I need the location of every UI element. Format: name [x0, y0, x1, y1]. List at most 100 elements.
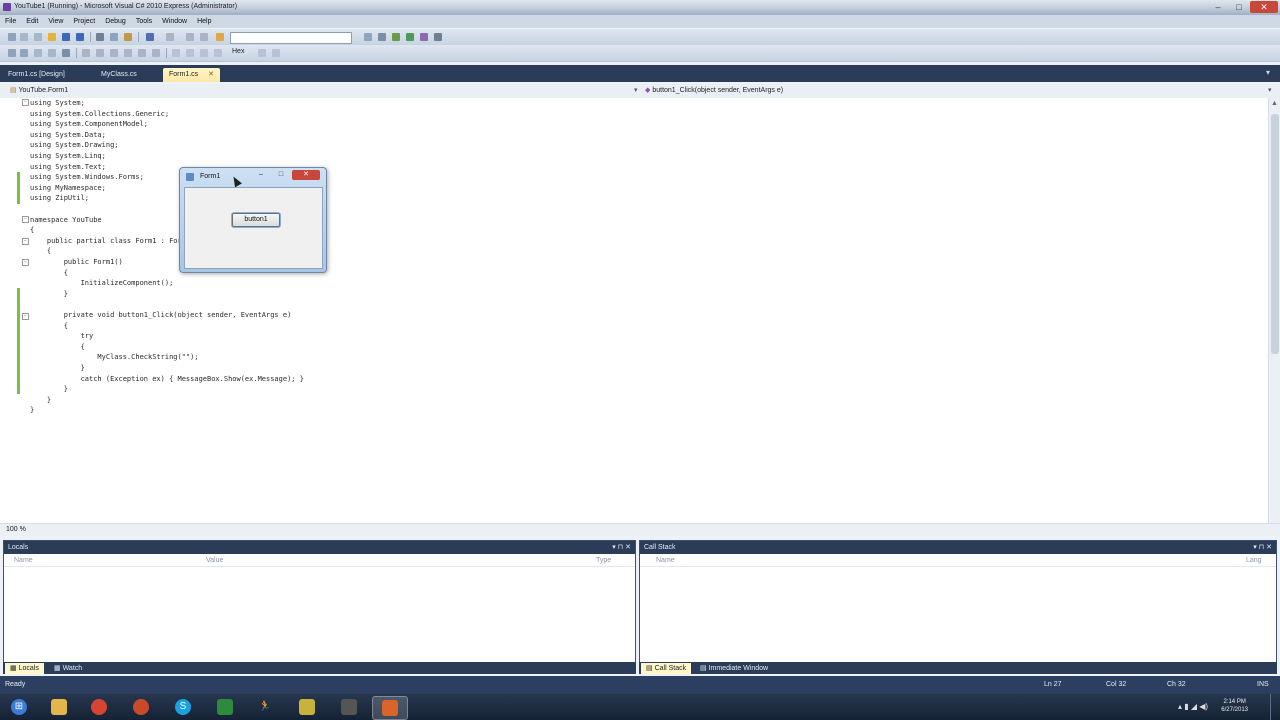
tab-call-stack[interactable]: ▤ Call Stack [641, 663, 692, 674]
code-line[interactable]: using System.Linq; [30, 151, 106, 162]
minimize-button[interactable]: – [1208, 1, 1228, 13]
taskbar-skype[interactable]: S [166, 696, 200, 718]
toolbar-options-icon[interactable] [258, 49, 266, 57]
collapse-icon[interactable]: − [22, 99, 29, 106]
code-line[interactable]: } [30, 363, 85, 374]
solution-explorer-icon[interactable] [378, 33, 386, 41]
comment-icon[interactable] [8, 49, 16, 57]
collapse-icon[interactable]: − [22, 238, 29, 245]
taskbar-media[interactable] [124, 696, 158, 718]
form-minimize-button[interactable]: – [252, 170, 270, 180]
title-bar[interactable]: YouTube1 (Running) - Microsoft Visual C#… [0, 0, 1280, 15]
button1[interactable]: button1 [232, 213, 280, 227]
new-file-icon[interactable] [34, 33, 42, 41]
navigate-back-icon[interactable] [186, 33, 194, 41]
editor-vertical-scrollbar[interactable]: ▲ [1268, 98, 1280, 523]
taskbar-tool[interactable] [332, 696, 366, 718]
show-desktop-button[interactable] [1270, 694, 1280, 720]
tab-form1-code[interactable]: Form1.cs ✕ [163, 68, 220, 82]
code-line[interactable]: using MyNamespace; [30, 183, 106, 194]
type-dropdown[interactable]: ▤ YouTube.Form1 [10, 86, 635, 96]
column-value[interactable]: Value [206, 557, 223, 564]
toolbar-options-icon[interactable] [434, 33, 442, 41]
uncomment-icon[interactable] [20, 49, 28, 57]
code-line[interactable]: using System.ComponentModel; [30, 119, 148, 130]
breakpoint-icon[interactable] [186, 49, 194, 57]
editor-horizontal-scrollbar[interactable]: 100 % [0, 523, 1280, 536]
stop-icon[interactable] [138, 49, 146, 57]
code-line[interactable]: catch (Exception ex) { MessageBox.Show(e… [30, 374, 304, 385]
code-line[interactable]: } [30, 384, 68, 395]
close-button[interactable]: ✕ [1250, 1, 1278, 13]
editor-gutter[interactable] [0, 98, 28, 523]
paste-icon[interactable] [124, 33, 132, 41]
copy-icon[interactable] [110, 33, 118, 41]
column-type[interactable]: Type [596, 557, 611, 564]
add-item-icon[interactable] [20, 33, 28, 41]
code-line[interactable]: InitializeComponent(); [30, 278, 174, 289]
chevron-down-icon[interactable]: ▾ [1268, 86, 1276, 96]
menu-file[interactable]: File [0, 15, 21, 28]
code-line[interactable]: { [30, 321, 68, 332]
code-line[interactable]: MyClass.CheckString(""); [30, 352, 198, 363]
toolbox-icon[interactable] [420, 33, 428, 41]
code-line[interactable]: public Form1() [30, 257, 123, 268]
scroll-up-icon[interactable]: ▲ [1271, 100, 1279, 108]
toolbar-dropdown-icon[interactable] [272, 49, 280, 57]
tray-icons[interactable]: ▴ ▮ ◢ ◀) [1178, 702, 1208, 711]
menu-tools[interactable]: Tools [131, 15, 157, 28]
taskbar-excel[interactable] [208, 696, 242, 718]
find-icon[interactable] [364, 33, 372, 41]
code-line[interactable]: { [30, 225, 34, 236]
column-lang[interactable]: Lang [1246, 557, 1262, 564]
scrollbar-thumb[interactable] [1271, 114, 1279, 354]
menu-help[interactable]: Help [192, 15, 216, 28]
code-editor[interactable]: − − − − − using System; using System.Col… [0, 98, 1268, 523]
restart-icon[interactable] [152, 49, 160, 57]
form-maximize-button[interactable]: □ [272, 170, 290, 180]
member-dropdown[interactable]: ◆ button1_Click(object sender, EventArgs… [645, 86, 1265, 96]
break-all-icon[interactable] [124, 49, 132, 57]
collapse-icon[interactable]: − [22, 216, 29, 223]
chevron-down-icon[interactable]: ▾ [634, 86, 640, 96]
tab-watch[interactable]: ▦ Watch [49, 663, 87, 674]
column-name[interactable]: Name [656, 557, 675, 564]
running-form-window[interactable]: Form1 – □ ✕ button1 [179, 167, 327, 273]
outdent-icon[interactable] [48, 49, 56, 57]
object-browser-icon[interactable] [406, 33, 414, 41]
show-next-statement-icon[interactable] [172, 49, 180, 57]
navigate-forward-icon[interactable] [200, 33, 208, 41]
new-project-icon[interactable] [8, 33, 16, 41]
form-close-button[interactable]: ✕ [292, 170, 320, 180]
hex-toggle-button[interactable]: Hex [232, 48, 244, 55]
panel-pin-close-icons[interactable]: ▾ ⊓ ✕ [1253, 541, 1272, 554]
step-over-icon[interactable] [96, 49, 104, 57]
taskbar-clock[interactable]: 2:14 PM 6/27/2013 [1221, 698, 1248, 714]
code-line[interactable]: } [30, 395, 51, 406]
code-line[interactable]: using ZipUtil; [30, 193, 89, 204]
maximize-button[interactable]: □ [1229, 1, 1249, 13]
open-icon[interactable] [48, 33, 56, 41]
tab-form1-design[interactable]: Form1.cs [Design] [2, 68, 71, 82]
code-line[interactable]: } [30, 405, 34, 416]
tab-immediate-window[interactable]: ▤ Immediate Window [695, 663, 773, 674]
indent-icon[interactable] [34, 49, 42, 57]
code-line[interactable]: using System.Collections.Generic; [30, 109, 169, 120]
close-tab-icon[interactable]: ✕ [208, 71, 214, 78]
code-line[interactable]: { [30, 342, 85, 353]
redo-icon[interactable] [166, 33, 174, 41]
code-line[interactable]: using System.Data; [30, 130, 106, 141]
step-into-icon[interactable] [82, 49, 90, 57]
find-combo[interactable] [230, 32, 352, 44]
taskbar-folder[interactable] [290, 696, 324, 718]
start-button[interactable]: ⊞ [2, 696, 36, 718]
column-name[interactable]: Name [14, 557, 33, 564]
step-out-icon[interactable] [110, 49, 118, 57]
taskbar-visual-studio[interactable] [372, 696, 408, 720]
taskbar-runner[interactable]: 🏃 [248, 696, 282, 718]
code-line[interactable]: } [30, 289, 68, 300]
windows-icon[interactable] [200, 49, 208, 57]
tab-dropdown-icon[interactable]: ▾ [1266, 68, 1274, 78]
code-line[interactable]: using System.Text; [30, 162, 106, 173]
taskbar-chrome[interactable] [82, 696, 116, 718]
